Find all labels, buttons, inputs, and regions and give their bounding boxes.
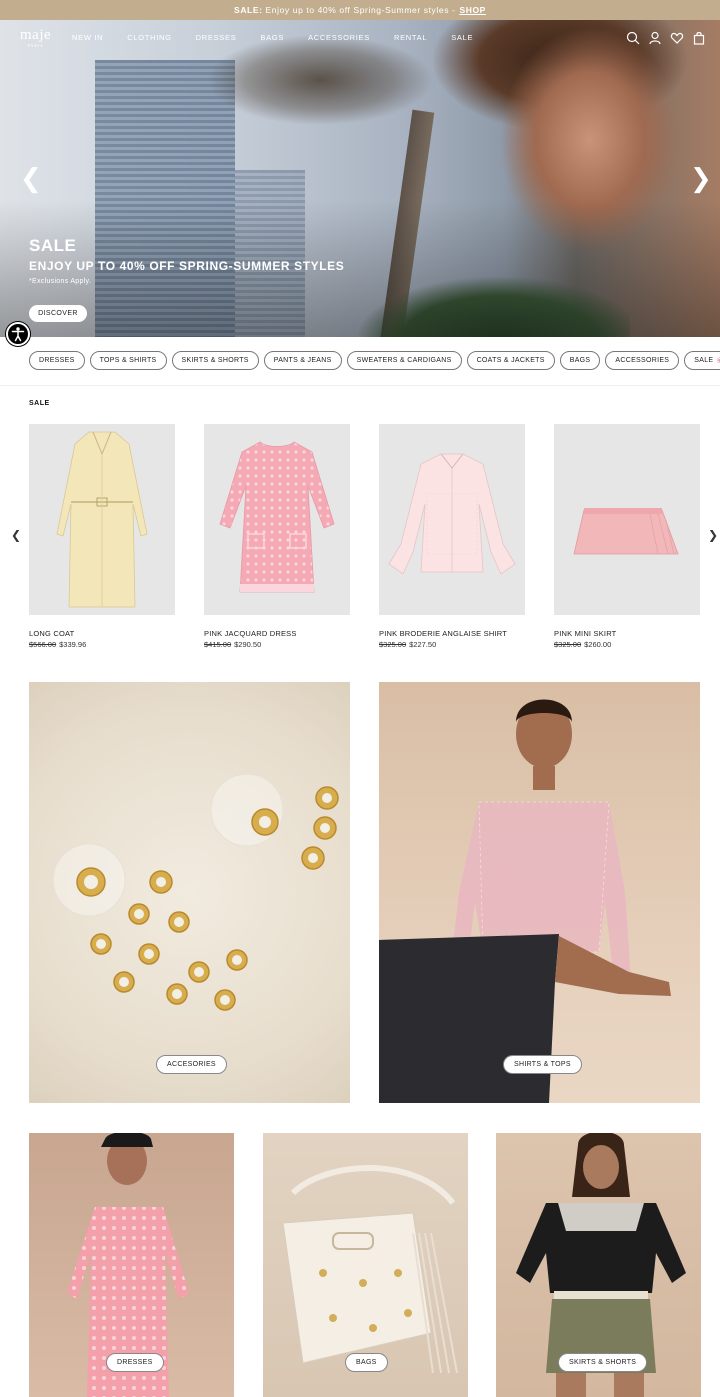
- nav-icons: [626, 31, 706, 45]
- divider: [0, 385, 720, 386]
- product-card[interactable]: LONG COAT $566.00 $339.96: [29, 424, 175, 649]
- accessibility-button[interactable]: [6, 322, 30, 346]
- nav-rental[interactable]: RENTAL: [394, 33, 427, 42]
- hero-note: *Exclusions Apply.: [29, 278, 92, 285]
- promo-label: SALE:: [234, 5, 263, 15]
- product-sale-price: $290.50: [234, 640, 262, 649]
- pill-sale[interactable]: SALE❀: [684, 351, 720, 370]
- bags-tile[interactable]: BAGS: [263, 1133, 468, 1397]
- hero-next-arrow[interactable]: ❯: [690, 166, 712, 192]
- product-sale-price: $260.00: [584, 640, 612, 649]
- skirts-tile-button[interactable]: SKIRTS & SHORTS: [558, 1353, 648, 1372]
- main-nav: maje PARIS NEW IN CLOTHING DRESSES BAGS …: [0, 28, 720, 52]
- model-shirt-image: [379, 699, 671, 1103]
- product-old-price: $415.00: [204, 640, 232, 649]
- hero-title: SALE: [29, 236, 77, 255]
- product-card[interactable]: PINK JACQUARD DRESS $415.00 $290.50: [204, 424, 350, 649]
- nav-dresses[interactable]: DRESSES: [196, 33, 237, 42]
- category-pills: DRESSES TOPS & SHIRTS SKIRTS & SHORTS PA…: [29, 351, 720, 371]
- bags-tile-button[interactable]: BAGS: [345, 1353, 388, 1372]
- accessibility-icon: [11, 327, 25, 342]
- promo-bar: SALE: Enjoy up to 40% off Spring-Summer …: [0, 0, 720, 20]
- search-icon[interactable]: [626, 31, 640, 45]
- nav-bags[interactable]: BAGS: [260, 33, 284, 42]
- hero-prev-arrow[interactable]: ❮: [20, 166, 42, 192]
- pill-coats-jackets[interactable]: COATS & JACKETS: [466, 351, 555, 370]
- bag-icon[interactable]: [692, 31, 706, 45]
- pill-sale-label: SALE: [694, 357, 714, 364]
- product-price: $566.00 $339.96: [29, 640, 175, 649]
- discover-button[interactable]: DISCOVER: [29, 305, 87, 322]
- hero-subtitle: ENJOY UP TO 40% OFF SPRING-SUMMER STYLES: [29, 259, 345, 273]
- shirts-tile-button[interactable]: SHIRTS & TOPS: [503, 1055, 582, 1074]
- nav-accessories[interactable]: ACCESSORIES: [308, 33, 370, 42]
- nav-new-in[interactable]: NEW IN: [72, 33, 103, 42]
- product-card[interactable]: PINK BRODERIE ANGLAISE SHIRT $325.00 $227…: [379, 424, 525, 649]
- earrings-image: [52, 773, 339, 1011]
- product-sale-price: $227.50: [409, 640, 437, 649]
- pill-accessories[interactable]: ACCESSORIES: [605, 351, 680, 370]
- nav-links: NEW IN CLOTHING DRESSES BAGS ACCESSORIES…: [72, 33, 497, 42]
- product-sale-price: $339.96: [59, 640, 87, 649]
- product-price: $325.00 $260.00: [554, 640, 700, 649]
- promo-shop-link[interactable]: SHOP: [459, 5, 486, 15]
- product-price: $415.00 $290.50: [204, 640, 350, 649]
- pill-skirts-shorts[interactable]: SKIRTS & SHORTS: [171, 351, 259, 370]
- sale-section-label: SALE: [29, 400, 50, 407]
- pill-bags[interactable]: BAGS: [559, 351, 601, 370]
- product-image[interactable]: [204, 424, 350, 615]
- product-name[interactable]: LONG COAT: [29, 629, 175, 638]
- product-price: $325.00 $227.50: [379, 640, 525, 649]
- accessories-tile-button[interactable]: ACCESORIES: [156, 1055, 227, 1074]
- product-name[interactable]: PINK JACQUARD DRESS: [204, 629, 350, 638]
- dresses-tile[interactable]: DRESSES: [29, 1133, 234, 1397]
- nav-sale[interactable]: SALE: [451, 33, 473, 42]
- product-image[interactable]: [379, 424, 525, 615]
- carousel-next-arrow[interactable]: ❯: [708, 528, 718, 542]
- shirts-tile[interactable]: SHIRTS & TOPS: [379, 682, 700, 1103]
- brand-logo[interactable]: maje PARIS: [20, 28, 51, 49]
- pill-dresses[interactable]: DRESSES: [29, 351, 85, 370]
- promo-text: Enjoy up to 40% off Spring-Summer styles…: [265, 5, 456, 15]
- account-icon[interactable]: [648, 31, 662, 45]
- product-card[interactable]: PINK MINI SKIRT $325.00 $260.00: [554, 424, 700, 649]
- skirts-tile[interactable]: SKIRTS & SHORTS: [496, 1133, 701, 1397]
- hero-banner[interactable]: [0, 20, 720, 337]
- product-image[interactable]: [554, 424, 700, 615]
- dresses-tile-button[interactable]: DRESSES: [106, 1353, 164, 1372]
- wishlist-icon[interactable]: [670, 31, 684, 45]
- product-old-price: $325.00: [554, 640, 582, 649]
- product-old-price: $566.00: [29, 640, 57, 649]
- hero-text: SALE ENJOY UP TO 40% OFF SPRING-SUMMER S…: [29, 236, 344, 285]
- product-old-price: $325.00: [379, 640, 407, 649]
- heart-icon: ❀: [716, 356, 720, 365]
- product-image[interactable]: [29, 424, 175, 615]
- nav-clothing[interactable]: CLOTHING: [127, 33, 171, 42]
- pill-pants-jeans[interactable]: PANTS & JEANS: [263, 351, 342, 370]
- product-name[interactable]: PINK BRODERIE ANGLAISE SHIRT: [379, 629, 525, 638]
- product-name[interactable]: PINK MINI SKIRT: [554, 629, 700, 638]
- pill-sweaters-cardigans[interactable]: SWEATERS & CARDIGANS: [346, 351, 462, 370]
- carousel-prev-arrow[interactable]: ❮: [11, 528, 21, 542]
- accessories-tile[interactable]: ACCESORIES: [29, 682, 350, 1103]
- pill-tops-shirts[interactable]: TOPS & SHIRTS: [89, 351, 167, 370]
